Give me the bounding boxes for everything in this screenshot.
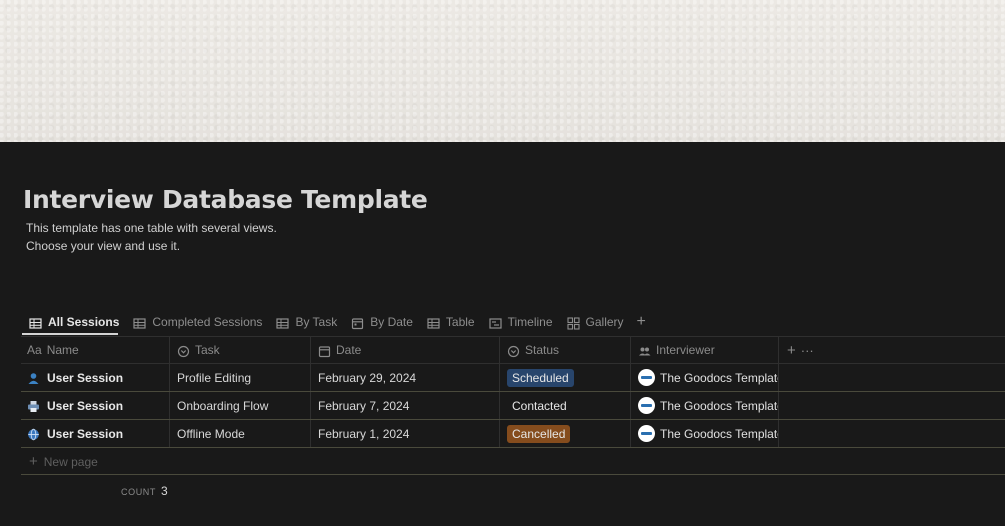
column-header-interviewer[interactable]: Interviewer bbox=[631, 337, 779, 363]
column-header-label: Interviewer bbox=[656, 343, 715, 357]
row-name: User Session bbox=[47, 370, 124, 385]
page-description-line-1: This template has one table with several… bbox=[26, 221, 277, 235]
add-view-button[interactable]: + bbox=[631, 313, 652, 331]
calendar-icon bbox=[351, 317, 364, 329]
column-header-actions: + ··· bbox=[779, 337, 1005, 363]
people-icon bbox=[638, 345, 651, 356]
add-property-button[interactable]: + bbox=[787, 342, 796, 359]
text-type-icon: Aa bbox=[27, 343, 42, 357]
page-cover bbox=[0, 0, 1005, 142]
interviewer-name: The Goodocs Template bbox=[660, 398, 779, 413]
status-badge: Cancelled bbox=[507, 424, 571, 443]
tab-label: By Task bbox=[295, 315, 338, 329]
empty-cell bbox=[779, 364, 1005, 391]
column-header-date[interactable]: Date bbox=[311, 337, 500, 363]
date-cell[interactable]: February 1, 2024 bbox=[311, 420, 500, 447]
tab-label: Timeline bbox=[507, 315, 553, 329]
column-header-task[interactable]: Task bbox=[170, 337, 311, 363]
task-cell[interactable]: Offline Mode bbox=[170, 420, 311, 447]
column-header-label: Status bbox=[525, 343, 560, 357]
tab-all-sessions[interactable]: All Sessions bbox=[22, 310, 126, 334]
task-cell[interactable]: Profile Editing bbox=[170, 364, 311, 391]
new-page-button[interactable]: + New page bbox=[21, 449, 1005, 475]
task-cell[interactable]: Onboarding Flow bbox=[170, 392, 311, 419]
column-header-label: Date bbox=[336, 343, 362, 357]
interviewer-cell[interactable]: The Goodocs Template bbox=[631, 420, 779, 447]
tab-by-task[interactable]: By Task bbox=[269, 310, 344, 334]
table-icon bbox=[133, 317, 146, 329]
view-tabs: All Sessions Completed Sessions By Task … bbox=[22, 308, 652, 336]
column-header-label: Task bbox=[195, 343, 220, 357]
date-cell[interactable]: February 29, 2024 bbox=[311, 364, 500, 391]
row-count: COUNT 3 bbox=[121, 484, 168, 498]
tab-label: Gallery bbox=[585, 315, 624, 329]
interviewer-name: The Goodocs Template bbox=[660, 426, 779, 441]
status-badge: Scheduled bbox=[507, 368, 574, 387]
plus-icon: + bbox=[29, 453, 38, 470]
table-icon bbox=[427, 317, 440, 329]
user-icon bbox=[27, 372, 40, 384]
status-cell[interactable]: Contacted bbox=[500, 392, 631, 419]
name-cell[interactable]: User Session bbox=[21, 392, 170, 419]
tab-timeline[interactable]: Timeline bbox=[482, 310, 560, 334]
calendar-icon bbox=[318, 345, 331, 357]
count-label: COUNT bbox=[121, 487, 156, 497]
column-header-status[interactable]: Status bbox=[500, 337, 631, 363]
status-icon bbox=[507, 345, 520, 357]
select-icon bbox=[177, 345, 190, 357]
active-tab-indicator bbox=[22, 333, 118, 335]
count-value: 3 bbox=[161, 484, 168, 498]
tab-completed-sessions[interactable]: Completed Sessions bbox=[126, 310, 269, 334]
table-row[interactable]: User Session Onboarding Flow February 7,… bbox=[21, 392, 1005, 420]
tab-gallery[interactable]: Gallery bbox=[560, 310, 631, 334]
new-page-label: New page bbox=[43, 454, 98, 469]
tab-label: By Date bbox=[370, 315, 413, 329]
page-title: Interview Database Template bbox=[23, 185, 428, 214]
table-row[interactable]: User Session Profile Editing February 29… bbox=[21, 364, 1005, 392]
status-cell[interactable]: Scheduled bbox=[500, 364, 631, 391]
avatar bbox=[638, 397, 655, 414]
globe-icon bbox=[27, 428, 40, 441]
row-name: User Session bbox=[47, 426, 124, 441]
name-cell[interactable]: User Session bbox=[21, 364, 170, 391]
tab-label: Completed Sessions bbox=[152, 315, 263, 329]
date-cell[interactable]: February 7, 2024 bbox=[311, 392, 500, 419]
interviewer-name: The Goodocs Template bbox=[660, 370, 779, 385]
gallery-icon bbox=[566, 316, 580, 330]
table-icon bbox=[276, 317, 290, 329]
avatar bbox=[638, 369, 655, 386]
table-icon bbox=[29, 317, 42, 329]
empty-cell bbox=[779, 392, 1005, 419]
database-table: Aa Name Task Date Status Interviewer + ·… bbox=[21, 336, 1005, 448]
column-header-name[interactable]: Aa Name bbox=[21, 337, 170, 363]
printer-icon bbox=[27, 400, 40, 412]
row-name: User Session bbox=[47, 398, 124, 413]
column-header-label: Name bbox=[46, 343, 79, 357]
avatar bbox=[638, 425, 655, 442]
empty-cell bbox=[779, 420, 1005, 447]
status-cell[interactable]: Cancelled bbox=[500, 420, 631, 447]
tab-label: All Sessions bbox=[48, 315, 120, 329]
page-description-line-2: Choose your view and use it. bbox=[26, 239, 181, 253]
tab-table[interactable]: Table bbox=[420, 310, 482, 334]
interviewer-cell[interactable]: The Goodocs Template bbox=[631, 364, 779, 391]
tab-label: Table bbox=[445, 315, 475, 329]
tab-by-date[interactable]: By Date bbox=[344, 310, 420, 334]
interviewer-cell[interactable]: The Goodocs Template bbox=[631, 392, 779, 419]
timeline-icon bbox=[489, 317, 502, 329]
name-cell[interactable]: User Session bbox=[21, 420, 170, 447]
more-options-button[interactable]: ··· bbox=[801, 343, 814, 358]
table-row[interactable]: User Session Offline Mode February 1, 20… bbox=[21, 420, 1005, 448]
table-header-row: Aa Name Task Date Status Interviewer + ·… bbox=[21, 336, 1005, 364]
status-badge: Contacted bbox=[512, 398, 567, 413]
